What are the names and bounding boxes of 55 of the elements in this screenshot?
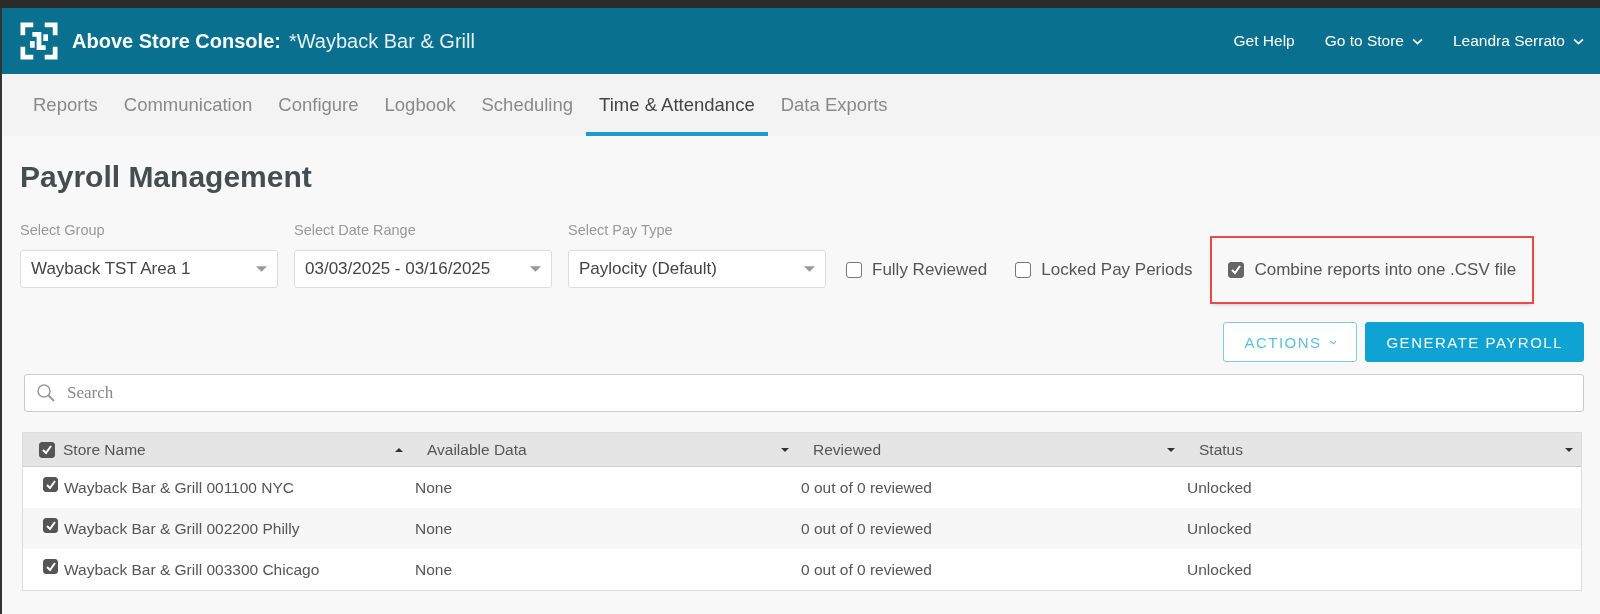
table-cell: None — [415, 560, 453, 579]
header-link[interactable]: Go to Store — [1324, 32, 1423, 50]
nav-tab[interactable]: Time & Attendance — [586, 74, 768, 136]
nav-tab[interactable]: Configure — [265, 74, 372, 136]
header-link[interactable]: Get Help — [1233, 32, 1295, 50]
nav-tab[interactable]: Reports — [20, 74, 111, 136]
checkbox-icon[interactable] — [39, 441, 55, 458]
table-cell: Unlocked — [1187, 560, 1252, 579]
sort-up-icon[interactable] — [395, 447, 403, 452]
nav-tab[interactable]: Scheduling — [468, 74, 587, 136]
checkbox-icon[interactable] — [1015, 262, 1032, 278]
dropdown-field[interactable]: 03/03/2025 - 03/16/2025 — [294, 250, 552, 288]
checkbox-icon[interactable] — [1228, 262, 1245, 278]
page-title: Payroll Management — [20, 160, 313, 194]
checkbox[interactable]: Fully Reviewed — [838, 252, 996, 288]
store-name: *Wayback Bar & Grill — [288, 29, 475, 53]
dropdown-field[interactable]: Paylocity (Default) — [568, 250, 826, 288]
header-link[interactable]: Leandra Serrato — [1452, 32, 1584, 50]
nav-tab[interactable]: Logbook — [371, 74, 469, 136]
table-cell: 0 out of 0 reviewed — [801, 478, 932, 497]
chevron-down-icon — [1329, 339, 1337, 345]
field-label: Select Date Range — [294, 222, 417, 238]
column-header[interactable]: Status — [1199, 440, 1557, 459]
search-field[interactable]: Search — [24, 374, 1584, 412]
caret-icon — [530, 266, 541, 272]
checkbox-icon[interactable] — [43, 559, 58, 574]
column-header[interactable]: Available Data — [427, 440, 773, 459]
table-cell: 0 out of 0 reviewed — [801, 519, 932, 538]
table-cell: Wayback Bar & Grill 003300 Chicago — [64, 560, 320, 579]
checkbox-icon[interactable] — [43, 477, 58, 492]
app-name: Above Store Console: — [72, 29, 281, 53]
logo-icon — [20, 22, 58, 60]
table-cell: Wayback Bar & Grill 002200 Philly — [64, 519, 300, 538]
dropdown-field[interactable]: Wayback TST Area 1 — [20, 250, 278, 288]
nav-tab[interactable]: Data Exports — [767, 74, 901, 136]
caret-icon — [804, 266, 815, 272]
caret-icon[interactable] — [1565, 447, 1573, 452]
checkbox-icon[interactable] — [43, 518, 58, 533]
column-header[interactable]: Store Name — [63, 440, 387, 459]
caret-icon[interactable] — [1167, 447, 1175, 452]
highlighted-checkbox[interactable]: Combine reports into one .CSV file — [1212, 238, 1533, 302]
table-cell: Wayback Bar & Grill 001100 NYC — [64, 478, 294, 497]
checkbox[interactable]: Locked Pay Periods — [1007, 252, 1201, 288]
checkbox-icon[interactable] — [846, 262, 862, 278]
field-label: Select Pay Type — [568, 222, 674, 238]
table-cell: Unlocked — [1187, 519, 1252, 538]
field-label: Select Group — [20, 222, 106, 238]
column-header[interactable]: Reviewed — [813, 440, 1159, 459]
caret-icon — [256, 266, 267, 272]
table-cell: None — [415, 519, 453, 538]
table-cell: None — [415, 478, 453, 497]
table-cell: 0 out of 0 reviewed — [801, 560, 932, 579]
caret-icon[interactable] — [781, 447, 789, 452]
nav-tab[interactable]: Communication — [110, 74, 266, 136]
table-cell: Unlocked — [1187, 478, 1252, 497]
